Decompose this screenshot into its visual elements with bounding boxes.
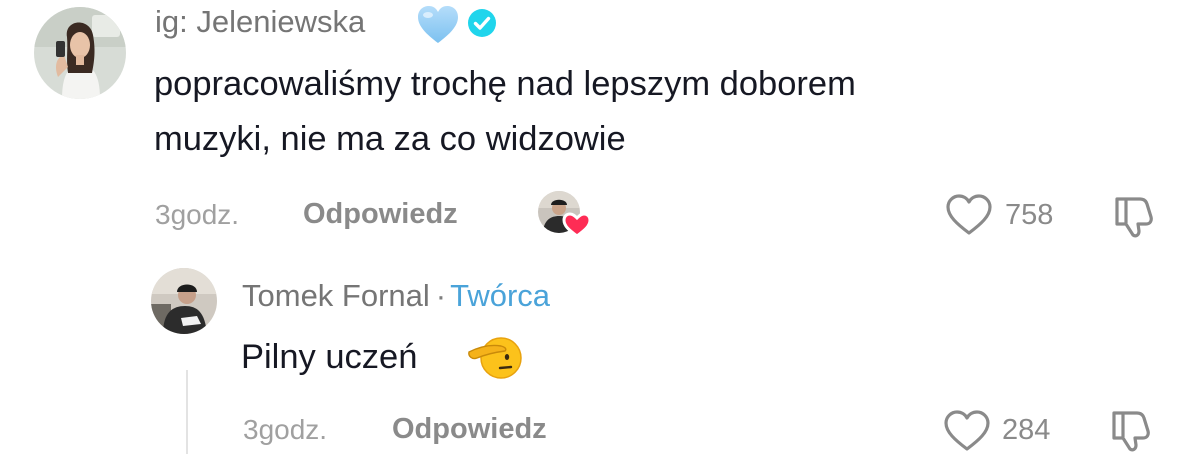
comment-text: popracowaliśmy trochę nad lepszym dobore… <box>154 57 856 167</box>
like-count: 758 <box>1005 199 1054 231</box>
dislike-icon[interactable] <box>1110 191 1158 241</box>
username-text[interactable]: ig: Jeleniewska <box>155 4 365 39</box>
reply-comment-text: Pilny uczeń <box>241 330 417 385</box>
creator-liked-indicator <box>537 190 593 238</box>
reply-button[interactable]: Odpowiedz <box>303 200 458 229</box>
comment-text: Pilny uczeń <box>241 338 418 376</box>
avatar[interactable] <box>34 7 126 99</box>
like-heart-icon[interactable] <box>945 193 993 237</box>
like-count: 284 <box>1002 414 1051 446</box>
separator-dot: · <box>435 278 447 313</box>
dislike-icon[interactable] <box>1107 405 1155 455</box>
like-heart-icon[interactable] <box>943 409 991 453</box>
comment-username[interactable]: ig: Jeleniewska <box>155 6 365 37</box>
comment-timestamp: 3godz. <box>155 199 240 230</box>
creator-avatar-with-heart-icon <box>538 191 592 238</box>
comment-timestamp: 3godz. <box>243 414 328 445</box>
verified-badge-icon <box>468 9 496 37</box>
comment-text-line: popracowaliśmy trochę nad lepszym dobore… <box>154 65 856 103</box>
comment-text-line: muzyki, nie ma za co widzowie <box>154 120 626 158</box>
comments-panel: ig: Jeleniewska popracowaliśmy trochę na… <box>0 0 1200 459</box>
reply-button[interactable]: Odpowiedz <box>392 415 547 444</box>
avatar-photo <box>34 7 126 99</box>
light-blue-heart-icon <box>418 6 458 43</box>
thread-line <box>186 370 188 454</box>
username-text[interactable]: Tomek Fornal <box>242 278 430 313</box>
avatar[interactable] <box>151 268 217 334</box>
comment-username-line: Tomek Fornal · Twórca <box>242 280 550 311</box>
saluting-face-emoji-icon <box>468 337 522 379</box>
avatar-photo <box>151 268 217 334</box>
creator-label: Twórca <box>450 278 551 313</box>
